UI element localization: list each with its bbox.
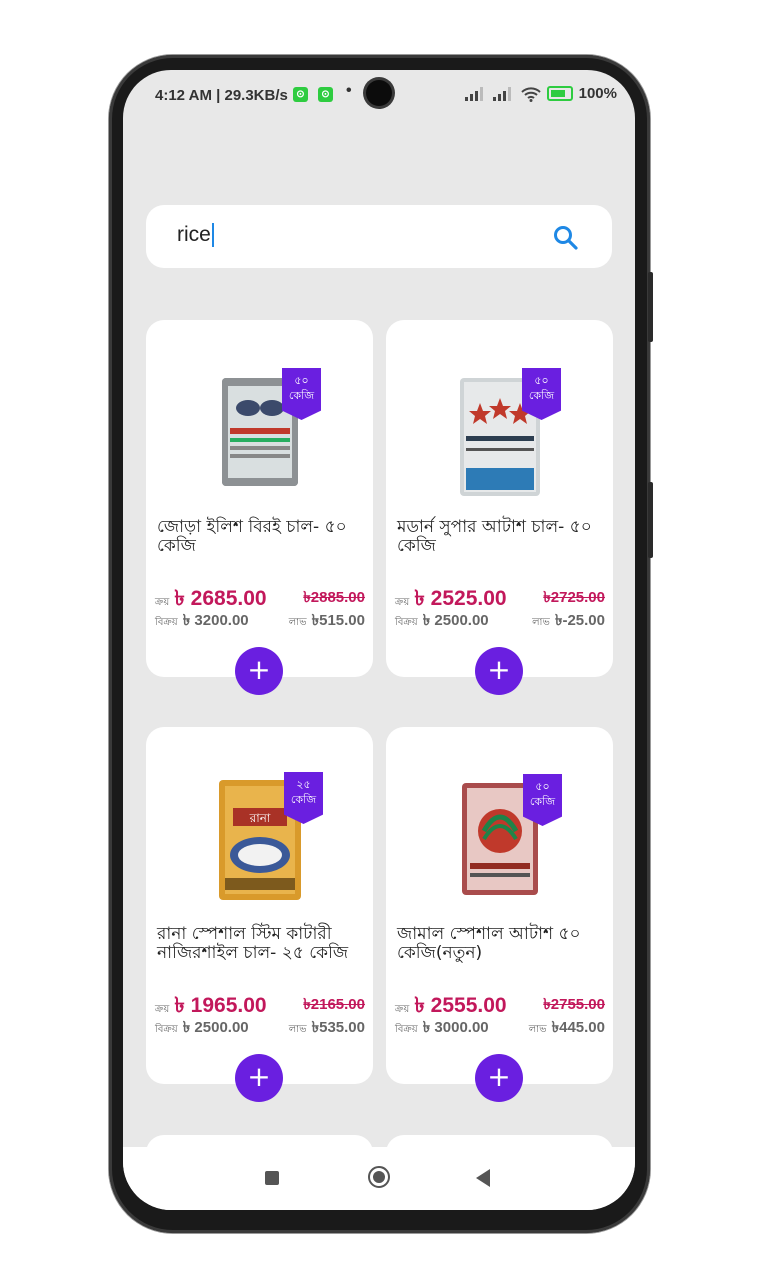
app-screen: 4:12 AM | 29.3KB/s ⊙ ⊙ • 100% rice ৫০ কে…: [123, 70, 635, 1210]
price-row: ক্রয় ৳ 1965.00 ৳2165.00: [155, 989, 365, 1017]
badge-unit: কেজি: [528, 389, 555, 402]
price-row: ক্রয় ৳ 2555.00 ৳2755.00: [395, 989, 605, 1017]
sell-row: বিক্রয় ৳ 2500.00 লাভ ৳535.00: [155, 1016, 365, 1036]
sell-price: ৳ 3000.00: [422, 1019, 489, 1036]
buy-price: ৳ 2685.00: [174, 587, 267, 610]
weight-badge: ৫০ কেজি: [282, 368, 321, 420]
profit-label: লাভ: [288, 1024, 307, 1035]
status-bar: 4:12 AM | 29.3KB/s ⊙ ⊙ • 100%: [123, 70, 635, 118]
sell-row: বিক্রয় ৳ 2500.00 লাভ ৳-25.00: [395, 609, 605, 629]
back-button[interactable]: [476, 1169, 490, 1187]
badge-number: ৫০: [535, 780, 550, 793]
old-price: ৳2725.00: [543, 589, 605, 606]
price-row: ক্রয় ৳ 2685.00 ৳2885.00: [155, 582, 365, 610]
sell-price: ৳ 3200.00: [182, 612, 249, 629]
sell-label: বিক্রয়: [155, 617, 178, 628]
product-title: জামাল স্পেশাল আটাশ ৫০ কেজি(নতুন): [397, 924, 581, 963]
product-title: রানা স্পেশাল স্টিম কাটারী নাজিরশাইল চাল-…: [157, 924, 349, 963]
home-button[interactable]: [368, 1166, 390, 1188]
weight-badge: ৫০ কেজি: [523, 774, 562, 826]
buy-price: ৳ 2555.00: [414, 994, 507, 1017]
sell-row: বিক্রয় ৳ 3200.00 লাভ ৳515.00: [155, 609, 365, 629]
badge-number: ২৫: [296, 778, 311, 791]
svg-text:রানা: রানা: [248, 811, 270, 825]
sell-label: বিক্রয়: [395, 617, 418, 628]
add-to-cart-button[interactable]: +: [475, 1054, 523, 1102]
profit-value: ৳515.00: [311, 612, 365, 629]
sell-label: বিক্রয়: [395, 1024, 418, 1035]
signal-icon: [492, 86, 511, 101]
battery-icon: [546, 86, 573, 101]
profit-label: লাভ: [532, 617, 550, 628]
buy-label: ক্রয়: [155, 1004, 170, 1015]
profit-value: ৳445.00: [551, 1019, 605, 1036]
add-to-cart-button[interactable]: +: [235, 1054, 283, 1102]
sell-label: বিক্রয়: [155, 1024, 178, 1035]
signal-icon: [464, 86, 483, 101]
search-bar[interactable]: rice: [146, 205, 612, 268]
product-card[interactable]: ৫০ কেজি জোড়া ইলিশ বিরই চাল- ৫০ কেজি ক্র…: [146, 320, 373, 695]
weight-badge: ৫০ কেজি: [522, 368, 561, 420]
sell-price: ৳ 2500.00: [182, 1019, 249, 1036]
buy-label: ক্রয়: [395, 1004, 410, 1015]
notification-app-icon: ⊙: [293, 87, 308, 102]
buy-label: ক্রয়: [395, 597, 410, 608]
search-value: rice: [177, 223, 211, 246]
system-nav-bar: [123, 1147, 635, 1210]
status-time: 4:12 AM | 29.3KB/s: [155, 87, 288, 104]
product-title: মডার্ন সুপার আটাশ চাল- ৫০ কেজি: [397, 517, 592, 556]
buy-price: ৳ 2525.00: [414, 587, 507, 610]
badge-unit: কেজি: [288, 389, 315, 402]
sell-price: ৳ 2500.00: [422, 612, 489, 629]
buy-label: ক্রয়: [155, 597, 170, 608]
old-price: ৳2165.00: [303, 996, 365, 1013]
add-to-cart-button[interactable]: +: [475, 647, 523, 695]
add-to-cart-button[interactable]: +: [235, 647, 283, 695]
sell-row: বিক্রয় ৳ 3000.00 লাভ ৳445.00: [395, 1016, 605, 1036]
notification-app-icon: ⊙: [318, 87, 333, 102]
recents-button[interactable]: [265, 1171, 279, 1185]
product-card[interactable]: ৫০ কেজি মডার্ন সুপার আটাশ চাল- ৫০ কেজি ক…: [386, 320, 613, 695]
search-input[interactable]: rice: [177, 223, 214, 248]
power-button: [648, 482, 653, 558]
badge-number: ৫০: [294, 374, 309, 387]
product-card[interactable]: ৫০ কেজি জামাল স্পেশাল আটাশ ৫০ কেজি(নতুন)…: [386, 727, 613, 1102]
front-camera: [366, 80, 392, 106]
old-price: ৳2755.00: [543, 996, 605, 1013]
battery-percent: 100%: [578, 85, 617, 102]
weight-badge: ২৫ কেজি: [284, 772, 323, 824]
badge-unit: কেজি: [290, 793, 317, 806]
badge-number: ৫০: [534, 374, 549, 387]
product-card[interactable]: রানা ২৫ কেজি রানা স্পেশাল স্টিম কাটারী ন…: [146, 727, 373, 1102]
profit-label: লাভ: [288, 617, 307, 628]
old-price: ৳2885.00: [303, 589, 365, 606]
profit-label: লাভ: [528, 1024, 547, 1035]
badge-unit: কেজি: [529, 795, 556, 808]
profit-value: ৳535.00: [311, 1019, 365, 1036]
product-title: জোড়া ইলিশ বিরই চাল- ৫০ কেজি: [157, 517, 347, 556]
status-dot: •: [346, 82, 352, 99]
search-icon[interactable]: [552, 224, 580, 252]
wifi-icon: [520, 86, 541, 102]
buy-price: ৳ 1965.00: [174, 994, 267, 1017]
volume-button: [648, 272, 653, 342]
text-caret: [211, 223, 214, 248]
status-icons: 100%: [464, 85, 617, 102]
profit-value: ৳-25.00: [554, 612, 605, 629]
price-row: ক্রয় ৳ 2525.00 ৳2725.00: [395, 582, 605, 610]
